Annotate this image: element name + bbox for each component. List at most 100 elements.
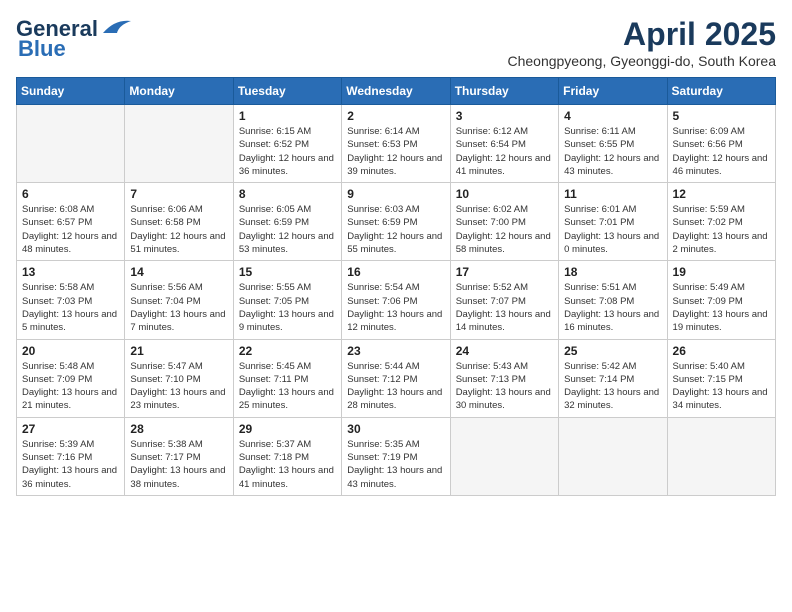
day-number: 24 (456, 344, 553, 358)
day-number: 30 (347, 422, 444, 436)
day-info: Sunrise: 5:48 AMSunset: 7:09 PMDaylight:… (22, 360, 119, 413)
calendar-cell: 1 Sunrise: 6:15 AMSunset: 6:52 PMDaylight… (233, 105, 341, 183)
calendar-cell: 21 Sunrise: 5:47 AMSunset: 7:10 PMDayligh… (125, 339, 233, 417)
day-info: Sunrise: 5:49 AMSunset: 7:09 PMDaylight:… (673, 281, 770, 334)
calendar-week-4: 20Sunrise: 5:48 AMSunset: 7:09 PMDayligh… (17, 339, 776, 417)
day-number: 6 (22, 187, 119, 201)
day-number: 17 (456, 265, 553, 279)
calendar-cell: 9 Sunrise: 6:03 AMSunset: 6:59 PMDaylight… (342, 183, 450, 261)
day-number: 28 (130, 422, 227, 436)
day-info: Sunrise: 5:54 AMSunset: 7:06 PMDaylight:… (347, 281, 444, 334)
calendar-cell: 10 Sunrise: 6:02 AMSunset: 7:00 PMDayligh… (450, 183, 558, 261)
calendar-cell: 20Sunrise: 5:48 AMSunset: 7:09 PMDayligh… (17, 339, 125, 417)
day-number: 18 (564, 265, 661, 279)
calendar-cell: 15 Sunrise: 5:55 AMSunset: 7:05 PMDayligh… (233, 261, 341, 339)
calendar-cell (17, 105, 125, 183)
calendar-header-row: SundayMondayTuesdayWednesdayThursdayFrid… (17, 78, 776, 105)
calendar-cell: 12 Sunrise: 5:59 AMSunset: 7:02 PMDayligh… (667, 183, 775, 261)
header-wednesday: Wednesday (342, 78, 450, 105)
calendar-cell: 8 Sunrise: 6:05 AMSunset: 6:59 PMDaylight… (233, 183, 341, 261)
logo: General Blue (16, 16, 131, 62)
calendar-week-5: 27Sunrise: 5:39 AMSunset: 7:16 PMDayligh… (17, 417, 776, 495)
calendar-cell: 2 Sunrise: 6:14 AMSunset: 6:53 PMDaylight… (342, 105, 450, 183)
day-info: Sunrise: 5:40 AMSunset: 7:15 PMDaylight:… (673, 360, 770, 413)
calendar-cell: 5Sunrise: 6:09 AMSunset: 6:56 PMDaylight… (667, 105, 775, 183)
day-number: 19 (673, 265, 770, 279)
day-info: Sunrise: 5:58 AMSunset: 7:03 PMDaylight:… (22, 281, 119, 334)
calendar-week-2: 6 Sunrise: 6:08 AMSunset: 6:57 PMDaylight… (17, 183, 776, 261)
header-monday: Monday (125, 78, 233, 105)
day-number: 10 (456, 187, 553, 201)
day-info: Sunrise: 6:06 AMSunset: 6:58 PMDaylight:… (130, 203, 227, 256)
header-saturday: Saturday (667, 78, 775, 105)
calendar-cell: 24 Sunrise: 5:43 AMSunset: 7:13 PMDayligh… (450, 339, 558, 417)
calendar-cell: 18 Sunrise: 5:51 AMSunset: 7:08 PMDayligh… (559, 261, 667, 339)
day-info: Sunrise: 6:08 AMSunset: 6:57 PMDaylight:… (22, 203, 119, 256)
day-info: Sunrise: 5:43 AMSunset: 7:13 PMDaylight:… (456, 360, 553, 413)
calendar-cell: 17 Sunrise: 5:52 AMSunset: 7:07 PMDayligh… (450, 261, 558, 339)
calendar-cell: 3 Sunrise: 6:12 AMSunset: 6:54 PMDaylight… (450, 105, 558, 183)
day-info: Sunrise: 5:55 AMSunset: 7:05 PMDaylight:… (239, 281, 336, 334)
header-friday: Friday (559, 78, 667, 105)
calendar-cell: 28 Sunrise: 5:38 AMSunset: 7:17 PMDayligh… (125, 417, 233, 495)
day-info: Sunrise: 5:47 AMSunset: 7:10 PMDaylight:… (130, 360, 227, 413)
calendar-week-1: 1 Sunrise: 6:15 AMSunset: 6:52 PMDaylight… (17, 105, 776, 183)
day-info: Sunrise: 6:12 AMSunset: 6:54 PMDaylight:… (456, 125, 553, 178)
day-number: 25 (564, 344, 661, 358)
header-tuesday: Tuesday (233, 78, 341, 105)
day-info: Sunrise: 5:59 AMSunset: 7:02 PMDaylight:… (673, 203, 770, 256)
day-info: Sunrise: 6:03 AMSunset: 6:59 PMDaylight:… (347, 203, 444, 256)
calendar-cell: 7 Sunrise: 6:06 AMSunset: 6:58 PMDaylight… (125, 183, 233, 261)
calendar-cell: 23Sunrise: 5:44 AMSunset: 7:12 PMDayligh… (342, 339, 450, 417)
day-number: 2 (347, 109, 444, 123)
day-info: Sunrise: 5:38 AMSunset: 7:17 PMDaylight:… (130, 438, 227, 491)
day-info: Sunrise: 6:02 AMSunset: 7:00 PMDaylight:… (456, 203, 553, 256)
day-number: 1 (239, 109, 336, 123)
logo-blue: Blue (18, 36, 66, 62)
day-number: 26 (673, 344, 770, 358)
calendar-cell (450, 417, 558, 495)
calendar-cell: 29Sunrise: 5:37 AMSunset: 7:18 PMDayligh… (233, 417, 341, 495)
day-info: Sunrise: 6:01 AMSunset: 7:01 PMDaylight:… (564, 203, 661, 256)
day-number: 14 (130, 265, 227, 279)
day-info: Sunrise: 5:51 AMSunset: 7:08 PMDaylight:… (564, 281, 661, 334)
calendar-cell (667, 417, 775, 495)
day-info: Sunrise: 6:05 AMSunset: 6:59 PMDaylight:… (239, 203, 336, 256)
calendar-cell: 11Sunrise: 6:01 AMSunset: 7:01 PMDayligh… (559, 183, 667, 261)
title-block: April 2025 Cheongpyeong, Gyeonggi-do, So… (507, 16, 776, 69)
day-info: Sunrise: 6:11 AMSunset: 6:55 PMDaylight:… (564, 125, 661, 178)
calendar-cell (559, 417, 667, 495)
day-number: 7 (130, 187, 227, 201)
day-number: 3 (456, 109, 553, 123)
day-info: Sunrise: 6:15 AMSunset: 6:52 PMDaylight:… (239, 125, 336, 178)
day-number: 9 (347, 187, 444, 201)
calendar-cell: 30 Sunrise: 5:35 AMSunset: 7:19 PMDayligh… (342, 417, 450, 495)
calendar-table: SundayMondayTuesdayWednesdayThursdayFrid… (16, 77, 776, 496)
day-number: 13 (22, 265, 119, 279)
day-number: 12 (673, 187, 770, 201)
calendar-cell (125, 105, 233, 183)
day-number: 15 (239, 265, 336, 279)
calendar-cell: 14 Sunrise: 5:56 AMSunset: 7:04 PMDayligh… (125, 261, 233, 339)
day-info: Sunrise: 6:14 AMSunset: 6:53 PMDaylight:… (347, 125, 444, 178)
calendar-cell: 13 Sunrise: 5:58 AMSunset: 7:03 PMDayligh… (17, 261, 125, 339)
day-info: Sunrise: 5:52 AMSunset: 7:07 PMDaylight:… (456, 281, 553, 334)
calendar-cell: 4Sunrise: 6:11 AMSunset: 6:55 PMDaylight… (559, 105, 667, 183)
calendar-cell: 19 Sunrise: 5:49 AMSunset: 7:09 PMDayligh… (667, 261, 775, 339)
calendar-cell: 26 Sunrise: 5:40 AMSunset: 7:15 PMDayligh… (667, 339, 775, 417)
day-number: 8 (239, 187, 336, 201)
day-number: 27 (22, 422, 119, 436)
calendar-cell: 16 Sunrise: 5:54 AMSunset: 7:06 PMDayligh… (342, 261, 450, 339)
day-number: 22 (239, 344, 336, 358)
logo-wing-icon (99, 17, 131, 37)
day-number: 16 (347, 265, 444, 279)
day-info: Sunrise: 5:42 AMSunset: 7:14 PMDaylight:… (564, 360, 661, 413)
day-number: 21 (130, 344, 227, 358)
day-info: Sunrise: 5:35 AMSunset: 7:19 PMDaylight:… (347, 438, 444, 491)
day-info: Sunrise: 5:56 AMSunset: 7:04 PMDaylight:… (130, 281, 227, 334)
calendar-cell: 25 Sunrise: 5:42 AMSunset: 7:14 PMDayligh… (559, 339, 667, 417)
header-sunday: Sunday (17, 78, 125, 105)
calendar-cell: 6 Sunrise: 6:08 AMSunset: 6:57 PMDaylight… (17, 183, 125, 261)
day-number: 23 (347, 344, 444, 358)
month-title: April 2025 (507, 16, 776, 53)
